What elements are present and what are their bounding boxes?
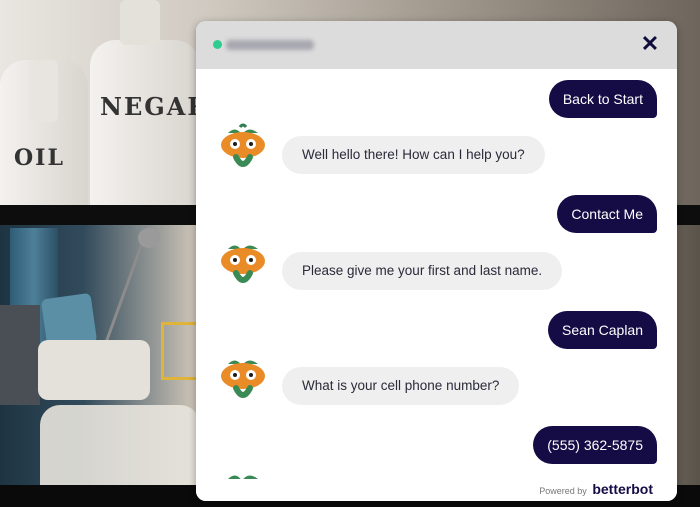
- pumpkin-face-icon: [218, 239, 268, 291]
- armchair: [38, 340, 150, 400]
- vinegar-label: NEGAR: [100, 92, 210, 121]
- user-message: (555) 362-5875: [533, 426, 657, 464]
- bot-message: Well hello there! How can I help you?: [282, 136, 545, 174]
- chat-header: ✕: [196, 21, 677, 69]
- rug: [40, 405, 200, 485]
- lamp-head: [138, 228, 160, 248]
- powered-by-label: Powered by: [539, 486, 587, 496]
- vinegar-bottle-neck: [120, 0, 160, 45]
- bot-message: What is your cell phone number?: [282, 367, 520, 405]
- oil-label: OIL: [14, 145, 65, 171]
- vinegar-bottle: [90, 40, 200, 210]
- close-button[interactable]: ✕: [637, 31, 663, 57]
- powered-by[interactable]: Powered by betterbot: [539, 481, 653, 497]
- online-status-icon: [213, 40, 222, 49]
- brand-part2: bot: [631, 481, 653, 497]
- user-message: Sean Caplan: [548, 311, 657, 349]
- blurred-agent-name: [226, 40, 314, 50]
- pumpkin-face-icon: [218, 123, 268, 175]
- pumpkin-face-icon: [218, 469, 268, 479]
- chat-widget: ✕ Back to Start Well hello there! How ca…: [196, 21, 677, 501]
- user-message: Contact Me: [557, 195, 657, 233]
- pumpkin-face-icon: [218, 354, 268, 406]
- oil-bottle: [0, 60, 88, 210]
- message-list[interactable]: Back to Start Well hello there! How can …: [196, 69, 677, 479]
- user-message: Back to Start: [548, 80, 657, 118]
- picture-frame: [161, 322, 201, 380]
- brand-logo: betterbot: [592, 481, 653, 497]
- brand-part1: better: [592, 481, 632, 497]
- shelf: [0, 305, 40, 405]
- bot-message: Please give me your first and last name.: [282, 252, 563, 290]
- chat-footer: Powered by betterbot: [196, 479, 677, 501]
